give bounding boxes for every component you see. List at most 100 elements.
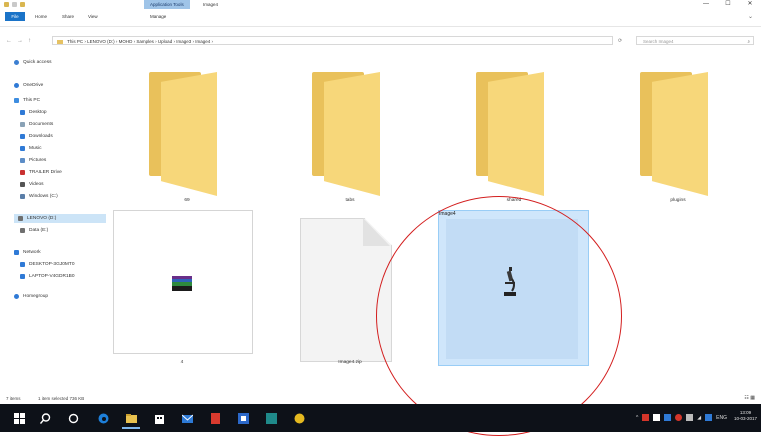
sidebar-item-homegroup[interactable]: Homegroup xyxy=(14,292,48,301)
taskbar-store[interactable] xyxy=(150,409,168,427)
clock[interactable]: 13:09 10-03-2017 xyxy=(734,410,757,422)
refresh-button[interactable]: ⟳ xyxy=(618,36,622,46)
folder-icon[interactable] xyxy=(4,2,9,7)
status-bar: 7 items 1 item selected 736 KB ☷ ▦ xyxy=(0,392,761,404)
sidebar-item-windows-c[interactable]: Windows (C:) xyxy=(20,192,58,201)
network-icon[interactable] xyxy=(705,414,713,421)
sidebar-item-label: Videos xyxy=(29,182,44,187)
taskbar-app-blue[interactable] xyxy=(234,409,252,427)
quick-access-toolbar xyxy=(4,2,25,7)
sidebar-item-label: Data (E:) xyxy=(29,228,49,233)
sidebar-item-label: Quick access xyxy=(23,60,52,65)
download-icon xyxy=(20,134,25,139)
pc-icon xyxy=(14,98,19,103)
folder-icon xyxy=(57,39,63,44)
chevron-up-icon[interactable]: ^ xyxy=(636,415,638,421)
sidebar-item-documents[interactable]: Documents xyxy=(20,120,53,129)
wifi-icon[interactable]: ◢ xyxy=(697,415,701,421)
forward-button[interactable]: → xyxy=(17,36,23,46)
sidebar-item-music[interactable]: Music xyxy=(20,144,42,153)
sidebar-item-network[interactable]: Network xyxy=(14,248,41,257)
sidebar-item-label: Network xyxy=(23,250,41,255)
maximize-button[interactable]: ☐ xyxy=(717,0,739,9)
back-button[interactable]: ← xyxy=(6,36,12,46)
language-indicator[interactable]: ENG xyxy=(716,415,727,421)
view-toggle-icon[interactable]: ☷ ▦ xyxy=(744,395,755,401)
sidebar-item-label: Homegroup xyxy=(23,294,49,299)
sidebar-item-label: LAPTOP-V4GDR1B0 xyxy=(29,274,75,279)
sidebar-item-downloads[interactable]: Downloads xyxy=(20,132,53,141)
search-placeholder: Search Image4 xyxy=(643,39,674,44)
tray-app-icon[interactable] xyxy=(675,414,683,421)
drive-e-icon xyxy=(20,228,25,233)
title-bar: Application Tools Image4 — ☐ ✕ xyxy=(0,0,761,10)
sidebar-item-pictures[interactable]: Pictures xyxy=(20,156,46,165)
system-tray: ^ ◢ ENG xyxy=(636,414,727,421)
sidebar-item-label: Desktop xyxy=(29,110,47,115)
address-bar[interactable]: This PC › LENOVO (D:) › MOHD › Samples ›… xyxy=(52,36,613,45)
cortana-button[interactable] xyxy=(64,409,82,427)
sidebar-item-desktop[interactable]: Desktop xyxy=(20,108,47,117)
drive-icon xyxy=(20,170,25,175)
search-input[interactable]: Search Image4 ⌕ xyxy=(636,36,754,45)
cloud-icon xyxy=(14,83,19,88)
search-icon xyxy=(39,412,50,424)
videos-icon xyxy=(20,182,25,187)
sidebar-item-label: OneDrive xyxy=(23,83,44,88)
mail-icon xyxy=(181,414,193,423)
sidebar-item-label: Pictures xyxy=(29,158,47,163)
taskbar-edge[interactable] xyxy=(94,409,112,427)
sidebar-item-desktop-pc[interactable]: DESKTOP-3GJ0MT0 xyxy=(20,260,75,269)
expand-ribbon-icon[interactable]: ⌄ xyxy=(748,13,753,20)
tray-app-icon[interactable] xyxy=(686,414,694,421)
cortana-icon xyxy=(68,413,78,423)
taskbar-app-teal[interactable] xyxy=(262,409,280,427)
tray-app-icon[interactable] xyxy=(642,414,650,421)
search-button[interactable] xyxy=(36,409,54,427)
sidebar-item-onedrive[interactable]: OneDrive xyxy=(14,81,43,90)
sidebar-item-videos[interactable]: Videos xyxy=(20,180,44,189)
taskbar-app-yellow[interactable] xyxy=(290,409,308,427)
sidebar-item-lenovo-d[interactable]: LENOVO (D:) xyxy=(14,214,106,223)
sidebar-item-trailer-drive[interactable]: TRAILER Drive xyxy=(20,168,62,177)
close-button[interactable]: ✕ xyxy=(739,0,761,9)
new-folder-icon[interactable] xyxy=(20,2,25,7)
documents-icon xyxy=(20,122,25,127)
file-name: plugins xyxy=(670,198,686,203)
taskbar-pdf[interactable] xyxy=(206,409,224,427)
tab-home[interactable]: Home xyxy=(35,12,47,21)
context-tab-application-tools[interactable]: Application Tools xyxy=(144,0,190,9)
sidebar-item-quick-access[interactable]: Quick access xyxy=(14,58,52,67)
window-controls: — ☐ ✕ xyxy=(695,0,761,9)
file-item[interactable]: shared xyxy=(440,52,588,212)
up-button[interactable]: ↑ xyxy=(28,36,31,46)
pdf-icon xyxy=(210,412,220,424)
sidebar-item-data-e[interactable]: Data (E:) xyxy=(20,226,48,235)
tray-app-icon[interactable] xyxy=(664,414,672,421)
file-explorer-icon xyxy=(125,413,137,423)
app-icon xyxy=(237,412,249,424)
start-button[interactable] xyxy=(10,409,28,427)
taskbar-file-explorer[interactable] xyxy=(122,409,140,429)
file-item[interactable]: plugins xyxy=(604,52,752,212)
navigation-buttons: ← → ↑ xyxy=(6,36,31,46)
tab-view[interactable]: View xyxy=(88,12,98,21)
file-name: tabs xyxy=(345,198,355,203)
tab-file[interactable]: File xyxy=(5,12,25,21)
tab-manage[interactable]: Manage xyxy=(150,12,166,21)
clock-date: 10-03-2017 xyxy=(733,416,757,421)
tab-share[interactable]: Share xyxy=(62,12,74,21)
minimize-button[interactable]: — xyxy=(695,0,717,9)
properties-icon[interactable] xyxy=(12,2,17,7)
archive-icon xyxy=(172,276,192,291)
sidebar-item-laptop[interactable]: LAPTOP-V4GDR1B0 xyxy=(20,272,75,281)
network-icon xyxy=(14,250,19,255)
tray-app-icon[interactable] xyxy=(653,414,661,421)
item-count: 7 items xyxy=(6,396,21,401)
file-item[interactable]: tabs xyxy=(276,52,424,212)
file-item[interactable]: 4 xyxy=(113,210,261,370)
sidebar-item-this-pc[interactable]: This PC xyxy=(14,96,40,105)
file-item[interactable]: 69 xyxy=(113,52,261,212)
taskbar-mail[interactable] xyxy=(178,409,196,427)
pictures-icon xyxy=(20,158,25,163)
